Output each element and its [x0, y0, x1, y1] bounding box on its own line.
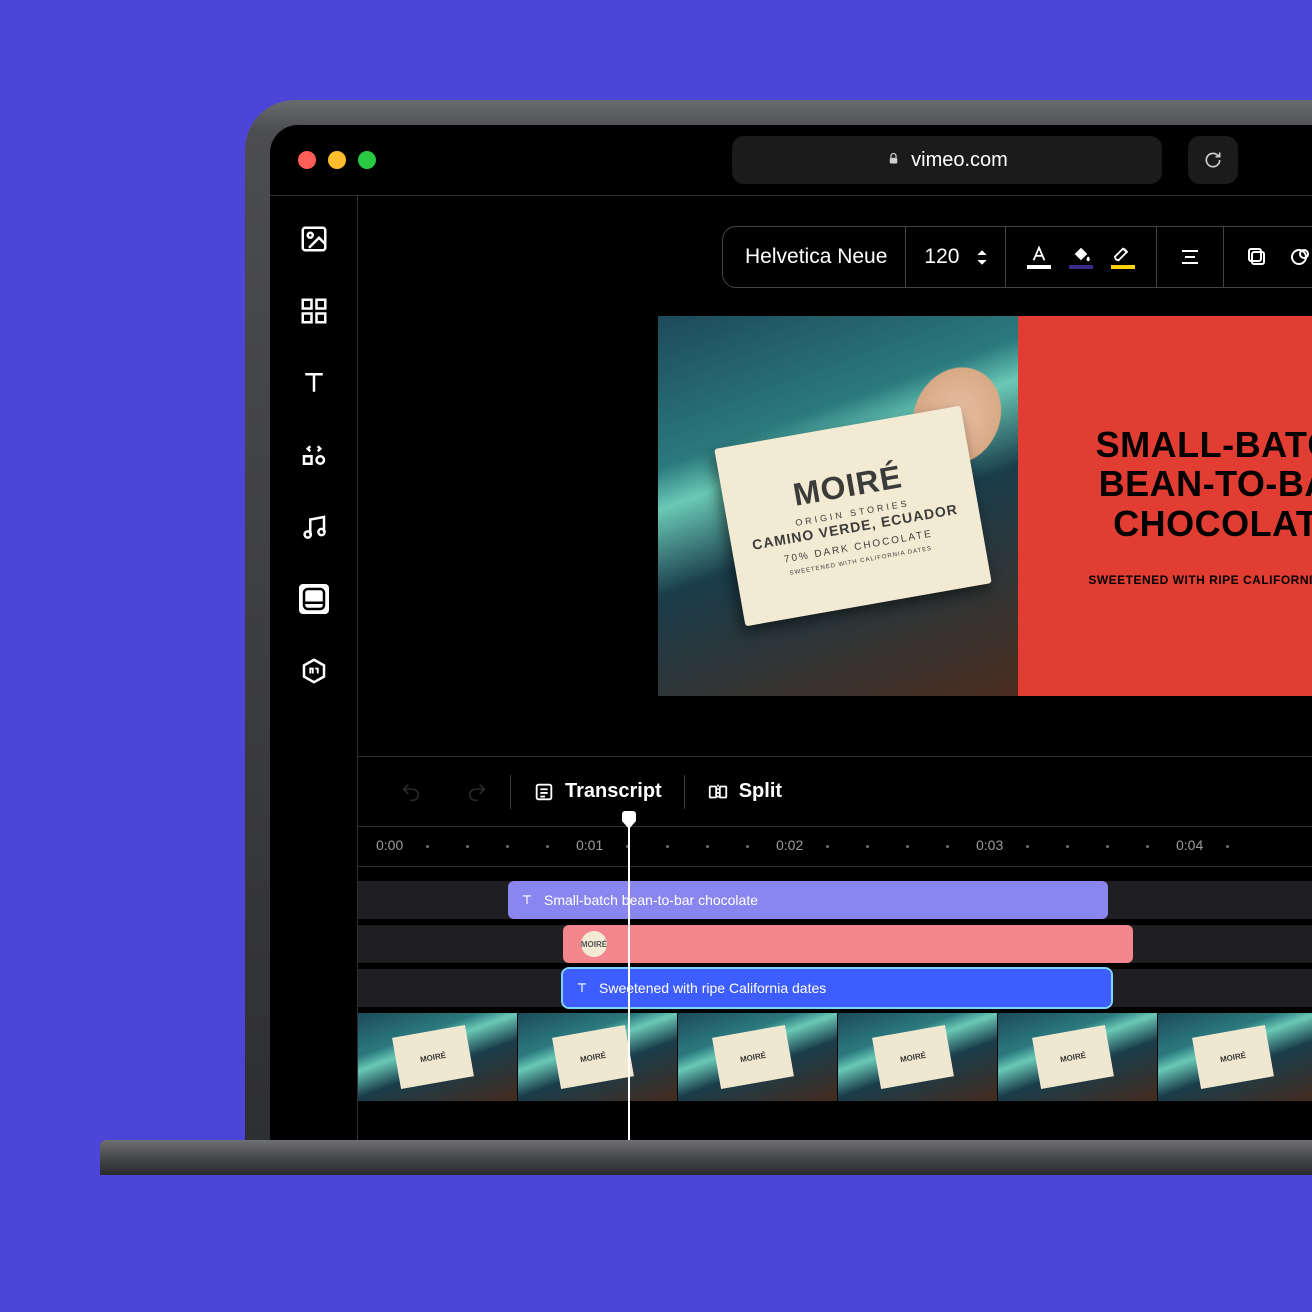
playhead[interactable]	[628, 819, 630, 1140]
layers-button[interactable]	[1242, 242, 1272, 272]
thumbnail-track[interactable]: MOIRÉ MOIRÉ MOIRÉ MOIRÉ MOIRÉ MOIRÉ	[358, 1013, 1312, 1101]
timeline-tracks: Small-batch bean-to-bar chocolate MOIRÉ	[358, 867, 1312, 1140]
clip-label: Small-batch bean-to-bar chocolate	[544, 892, 758, 908]
font-size-input[interactable]: 120	[906, 227, 1006, 287]
ruler-mark: 0:04	[1176, 837, 1203, 853]
clip-label: Sweetened with ripe California dates	[599, 980, 826, 996]
url-text: vimeo.com	[911, 149, 1008, 172]
frame-thumb: MOIRÉ	[1158, 1013, 1312, 1101]
timeline-toolbar: Transcript Split	[358, 757, 1312, 827]
sidebar	[270, 196, 358, 1140]
brand-icon[interactable]	[299, 656, 329, 686]
headline: SMALL-BATCH BEAN-TO-BAR CHOCOLATE	[1096, 425, 1312, 544]
video-track[interactable]: MOIRÉ	[358, 925, 1312, 963]
minimize-window-button[interactable]	[328, 151, 346, 169]
align-button[interactable]	[1175, 242, 1205, 272]
video-clip[interactable]: MOIRÉ	[563, 925, 1133, 963]
text-clip-1[interactable]: Small-batch bean-to-bar chocolate	[508, 881, 1108, 919]
frame-thumb: MOIRÉ	[678, 1013, 838, 1101]
reload-button[interactable]	[1188, 136, 1238, 184]
address-bar[interactable]: vimeo.com	[732, 136, 1162, 184]
ruler-mark: 0:01	[576, 837, 603, 853]
frame-thumb: MOIRÉ	[358, 1013, 518, 1101]
highlight-color-button[interactable]	[1108, 242, 1138, 272]
editor: Helvetica Neue 120	[270, 195, 1312, 1140]
style-icon[interactable]	[299, 584, 329, 614]
video-preview[interactable]: MOIRÉ ORIGIN STORIES CAMINO VERDE, ECUAD…	[658, 316, 1312, 696]
text-color-swatch	[1027, 265, 1051, 269]
frame-thumb: MOIRÉ	[838, 1013, 998, 1101]
music-icon[interactable]	[299, 512, 329, 542]
text-color-button[interactable]	[1024, 242, 1054, 272]
highlight-color-swatch	[1111, 265, 1135, 269]
animation-button[interactable]	[1284, 242, 1312, 272]
ruler-mark: 0:03	[976, 837, 1003, 853]
canvas-area: Helvetica Neue 120	[358, 196, 1312, 756]
subline: SWEETENED WITH RIPE CALIFORNIA DATES	[1088, 573, 1312, 587]
text-track-1[interactable]: Small-batch bean-to-bar chocolate	[358, 881, 1312, 919]
laptop-base	[100, 1140, 1312, 1175]
laptop-frame: vimeo.com He	[245, 100, 1312, 1220]
browser-chrome: vimeo.com	[270, 125, 1312, 195]
ruler-mark: 0:00	[376, 837, 403, 853]
laptop-lid: vimeo.com He	[245, 100, 1312, 1140]
preview-text-panel: SMALL-BATCH BEAN-TO-BAR CHOCOLATE SWEETE…	[1018, 316, 1312, 696]
timeline-ruler[interactable]: 0:00 0:01 0:02 0:03 0:04	[358, 827, 1312, 867]
undo-button[interactable]	[378, 772, 444, 812]
fill-color-button[interactable]	[1066, 242, 1096, 272]
frame-thumb: MOIRÉ	[518, 1013, 678, 1101]
text-track-2[interactable]: Sweetened with ripe California dates	[358, 969, 1312, 1007]
elements-icon[interactable]	[299, 440, 329, 470]
text-toolbar: Helvetica Neue 120	[722, 226, 1312, 288]
image-icon[interactable]	[299, 224, 329, 254]
lock-icon	[886, 149, 901, 172]
redo-button[interactable]	[444, 772, 510, 812]
font-select[interactable]: Helvetica Neue	[727, 227, 906, 287]
grid-icon[interactable]	[299, 296, 329, 326]
close-window-button[interactable]	[298, 151, 316, 169]
screen: vimeo.com He	[270, 125, 1312, 1140]
text-icon[interactable]	[299, 368, 329, 398]
clip-thumbnail-icon: MOIRÉ	[581, 931, 607, 957]
ruler-mark: 0:02	[776, 837, 803, 853]
timeline-panel: Transcript Split 0:00 0:01 0:02 0:0	[358, 756, 1312, 1140]
text-clip-2[interactable]: Sweetened with ripe California dates	[563, 969, 1111, 1007]
preview-photo: MOIRÉ ORIGIN STORIES CAMINO VERDE, ECUAD…	[658, 316, 1018, 696]
fill-color-swatch	[1069, 265, 1093, 269]
font-size-stepper[interactable]	[977, 249, 987, 266]
transcript-button[interactable]: Transcript	[511, 772, 684, 812]
thumbnail-strip[interactable]: MOIRÉ MOIRÉ MOIRÉ MOIRÉ MOIRÉ MOIRÉ	[358, 1013, 1312, 1101]
product-card: MOIRÉ ORIGIN STORIES CAMINO VERDE, ECUAD…	[714, 406, 991, 627]
split-button[interactable]: Split	[685, 772, 804, 812]
frame-thumb: MOIRÉ	[998, 1013, 1158, 1101]
maximize-window-button[interactable]	[358, 151, 376, 169]
window-controls	[298, 151, 376, 169]
